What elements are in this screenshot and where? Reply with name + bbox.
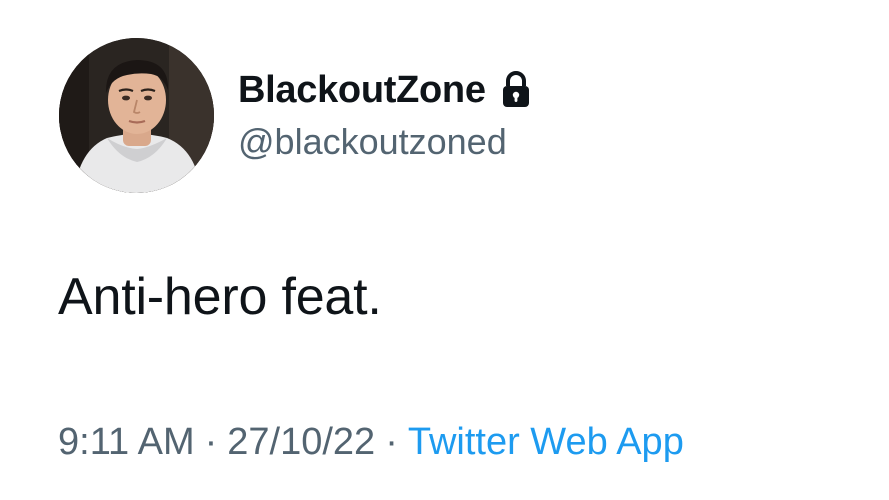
lock-icon [500, 71, 532, 109]
meta-separator: · [385, 421, 398, 463]
meta-separator: · [204, 421, 218, 463]
tweet-metadata: 9:11 AM · 27/10/22 · Twitter Web App [58, 414, 684, 470]
avatar[interactable] [59, 38, 214, 193]
tweet-source-link[interactable]: Twitter Web App [408, 421, 684, 463]
tweet-time[interactable]: 9:11 AM [58, 421, 195, 463]
tweet-text: Anti-hero feat. [58, 268, 382, 326]
display-name[interactable]: BlackoutZone [238, 66, 486, 114]
tweet-date[interactable]: 27/10/22 [227, 421, 375, 463]
user-info: BlackoutZone @blackoutzoned [238, 66, 798, 166]
avatar-photo [59, 38, 214, 193]
user-handle[interactable]: @blackoutzoned [238, 118, 798, 166]
display-name-row: BlackoutZone [238, 66, 798, 114]
tweet-card: BlackoutZone @blackoutzoned Anti-hero fe… [0, 0, 889, 500]
